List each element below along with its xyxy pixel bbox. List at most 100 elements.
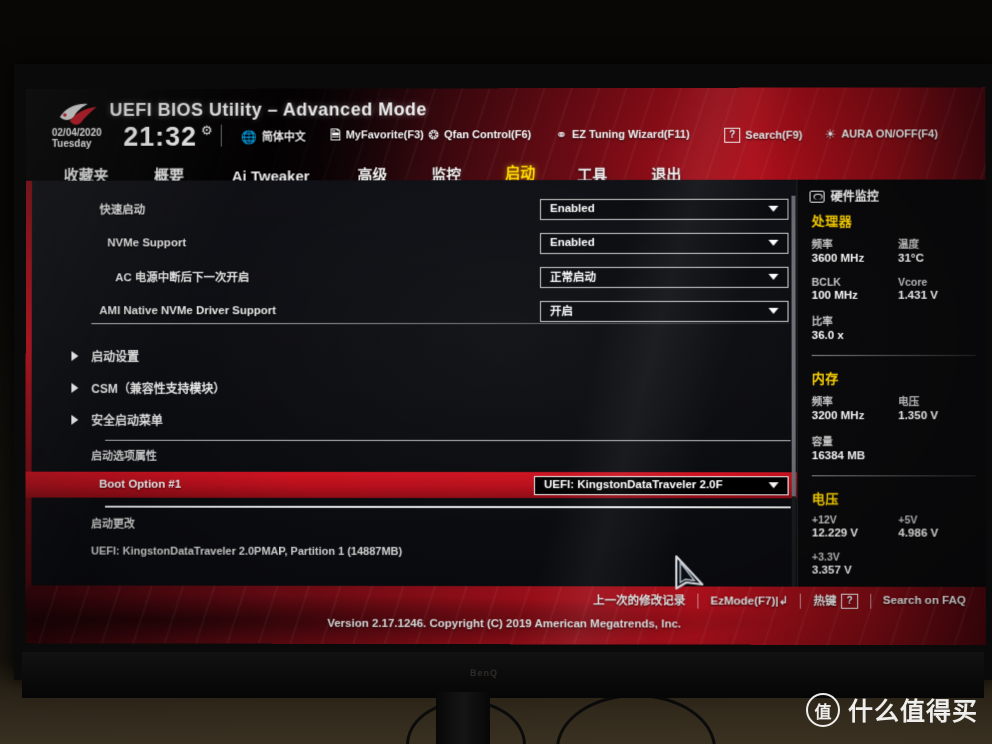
readout-value: 1.431 V: [898, 289, 938, 302]
readout-value: 3200 MHz: [811, 410, 865, 423]
setting-dropdown-fast-boot[interactable]: Enabled: [539, 198, 789, 220]
setting-row-nvme-support[interactable]: NVMe Support Enabled: [26, 228, 797, 259]
shortcut-myfavorite[interactable]: 🗎 MyFavorite(F3): [330, 127, 424, 142]
footer-link-search-faq[interactable]: Search on FAQ: [871, 595, 978, 607]
header-divider: [220, 124, 222, 147]
tab-favorites[interactable]: 收藏夹: [64, 165, 109, 181]
submenu-label: 启动设置: [91, 349, 140, 364]
readout-key: +3.3V: [811, 551, 840, 564]
footer-link-hotkeys[interactable]: 热键 ?: [801, 593, 870, 609]
setting-label: NVMe Support: [107, 237, 187, 250]
boot-override-entry[interactable]: UEFI: KingstonDataTraveler 2.0PMAP, Part…: [91, 546, 402, 558]
readout-value: [898, 450, 986, 462]
rog-logo-icon: [58, 101, 100, 127]
tab-boot[interactable]: 启动: [505, 162, 536, 181]
dropdown-value: UEFI: KingstonDataTraveler 2.0F: [544, 479, 723, 492]
tab-bar: 收藏夹 概要 Ai Tweaker 高级 监控 启动 工具 退出: [26, 161, 985, 181]
qfan-icon: ❂: [428, 127, 440, 143]
search-icon: ?: [724, 127, 741, 143]
footer-links: 上一次的修改记录 EzMode(F7)|↲ 热键 ? Search on FAQ: [581, 592, 978, 609]
monitor-group-memory: 内存 频率 电压 3200 MHz 1.350 V 容量 16384 MB: [798, 362, 986, 466]
boot-option-dropdown[interactable]: UEFI: KingstonDataTraveler 2.0F: [534, 475, 789, 495]
footer-link-label: 热键: [813, 595, 837, 608]
globe-icon: 🌐: [240, 129, 257, 145]
group-title: 内存: [811, 371, 839, 387]
submenu-boot-settings[interactable]: 启动设置: [26, 342, 797, 370]
submenu-secure-boot[interactable]: 安全启动菜单: [26, 406, 797, 434]
setting-label: AC 电源中断后下一次开启: [115, 272, 250, 285]
copyright-text: Version 2.17.1246. Copyright (C) 2019 Am…: [327, 617, 682, 631]
shortcut-label: MyFavorite(F3): [345, 128, 424, 141]
gear-icon[interactable]: ⚙: [201, 123, 213, 139]
voltage-readouts: +12V +5V 12.229 V 4.986 V +3.3V 3.357 V: [812, 514, 986, 576]
readout-key: BCLK: [811, 276, 841, 289]
dropdown-value: 正常启动: [550, 271, 597, 284]
memory-readouts: 频率 电压 3200 MHz 1.350 V 容量 16384 MB: [812, 394, 986, 462]
shortcut-label: 简体中文: [261, 131, 306, 144]
shortcut-aura[interactable]: ☀ AURA ON/OFF(F4): [825, 127, 938, 142]
chevron-down-icon: [768, 205, 779, 212]
hardware-monitor-icon: [809, 190, 825, 203]
monitor-brand-logo: BenQ: [470, 668, 499, 678]
highlighted-row-boot-option-1[interactable]: Boot Option #1 UEFI: KingstonDataTravele…: [25, 471, 797, 499]
question-mark-icon: ?: [841, 593, 858, 609]
tab-monitor[interactable]: 监控: [431, 164, 461, 181]
bios-header: UEFI BIOS Utility – Advanced Mode 02/04/…: [26, 87, 986, 181]
submenu-label: CSM（兼容性支持模块）: [91, 381, 226, 396]
shortcut-qfan-control[interactable]: ❂ Qfan Control(F6): [428, 127, 532, 143]
readout-key: Vcore: [898, 276, 928, 289]
readout-value: 36.0 x: [811, 329, 844, 342]
watermark: 值 什么值得买: [805, 692, 978, 728]
setting-row-fast-boot[interactable]: 快速启动 Enabled: [26, 194, 797, 225]
date-display: 02/04/2020 Tuesday: [51, 127, 102, 150]
readout-key: 温度: [897, 238, 920, 251]
tab-ai-tweaker[interactable]: Ai Tweaker: [232, 168, 310, 180]
hardware-monitor-label: 硬件监控: [830, 189, 879, 204]
submenu-csm[interactable]: CSM（兼容性支持模块）: [26, 374, 797, 402]
ez-tuning-icon: ⚭: [555, 127, 567, 143]
readout-value: 12.229 V: [811, 527, 859, 540]
monitor-group-cpu: 处理器 频率 温度 3600 MHz 31°C BCLK Vcore 100 M…: [797, 205, 985, 346]
shortcut-label: EZ Tuning Wizard(F11): [571, 128, 690, 141]
readout-value: 4.986 V: [898, 527, 939, 540]
hardware-monitor-pane: 硬件监控 处理器 频率 温度 3600 MHz 31°C BCLK Vcore …: [791, 179, 987, 646]
shortcut-search[interactable]: ? Search(F9): [724, 127, 802, 143]
setting-dropdown-ac-power-loss[interactable]: 正常启动: [540, 266, 789, 288]
hardware-monitor-title: 硬件监控: [797, 179, 985, 204]
section-title-boot-option-priorities: 启动选项属性: [91, 450, 157, 463]
setting-dropdown-ami-native-nvme[interactable]: 开启: [540, 300, 789, 322]
shortcut-ez-tuning-wizard[interactable]: ⚭ EZ Tuning Wizard(F11): [555, 127, 690, 143]
chevron-down-icon: [768, 239, 779, 246]
shortcut-language[interactable]: 🌐 简体中文: [241, 129, 306, 145]
settings-list: 快速启动 Enabled NVMe Support Enabled AC 电源中…: [25, 180, 797, 558]
setting-dropdown-nvme-support[interactable]: Enabled: [539, 232, 789, 254]
weekday-text: Tuesday: [51, 138, 92, 150]
readout-value: 31°C: [898, 252, 924, 265]
scrollbar-thumb[interactable]: [791, 195, 796, 497]
divider-2: [105, 439, 791, 442]
readout-key: [898, 314, 986, 329]
tab-advanced[interactable]: 高级: [357, 164, 387, 180]
readout-value: 3600 MHz: [811, 252, 865, 265]
tab-exit[interactable]: 退出: [651, 164, 681, 181]
chevron-right-icon: [71, 414, 79, 425]
chevron-down-icon: [768, 482, 779, 489]
tab-main[interactable]: 概要: [154, 165, 184, 181]
date-text: 02/04/2020: [51, 127, 102, 139]
readout-value: 1.350 V: [898, 410, 939, 423]
footer-link-ezmode[interactable]: EzMode(F7)|↲: [698, 593, 800, 608]
boot-option-label: Boot Option #1: [99, 478, 182, 491]
watermark-text: 什么值得买: [847, 698, 978, 726]
shortcut-label: Qfan Control(F6): [443, 128, 532, 141]
divider-1: [91, 322, 791, 325]
setting-row-ac-power-loss[interactable]: AC 电源中断后下一次开启 正常启动: [26, 262, 797, 292]
chevron-right-icon: [71, 351, 79, 362]
readout-value: [898, 330, 986, 342]
watermark-badge: 值: [805, 693, 840, 727]
clock-display: 21:32: [123, 121, 198, 152]
tab-tool[interactable]: 工具: [577, 164, 607, 181]
setting-row-ami-native-nvme[interactable]: AMI Native NVMe Driver Support 开启: [26, 296, 797, 326]
